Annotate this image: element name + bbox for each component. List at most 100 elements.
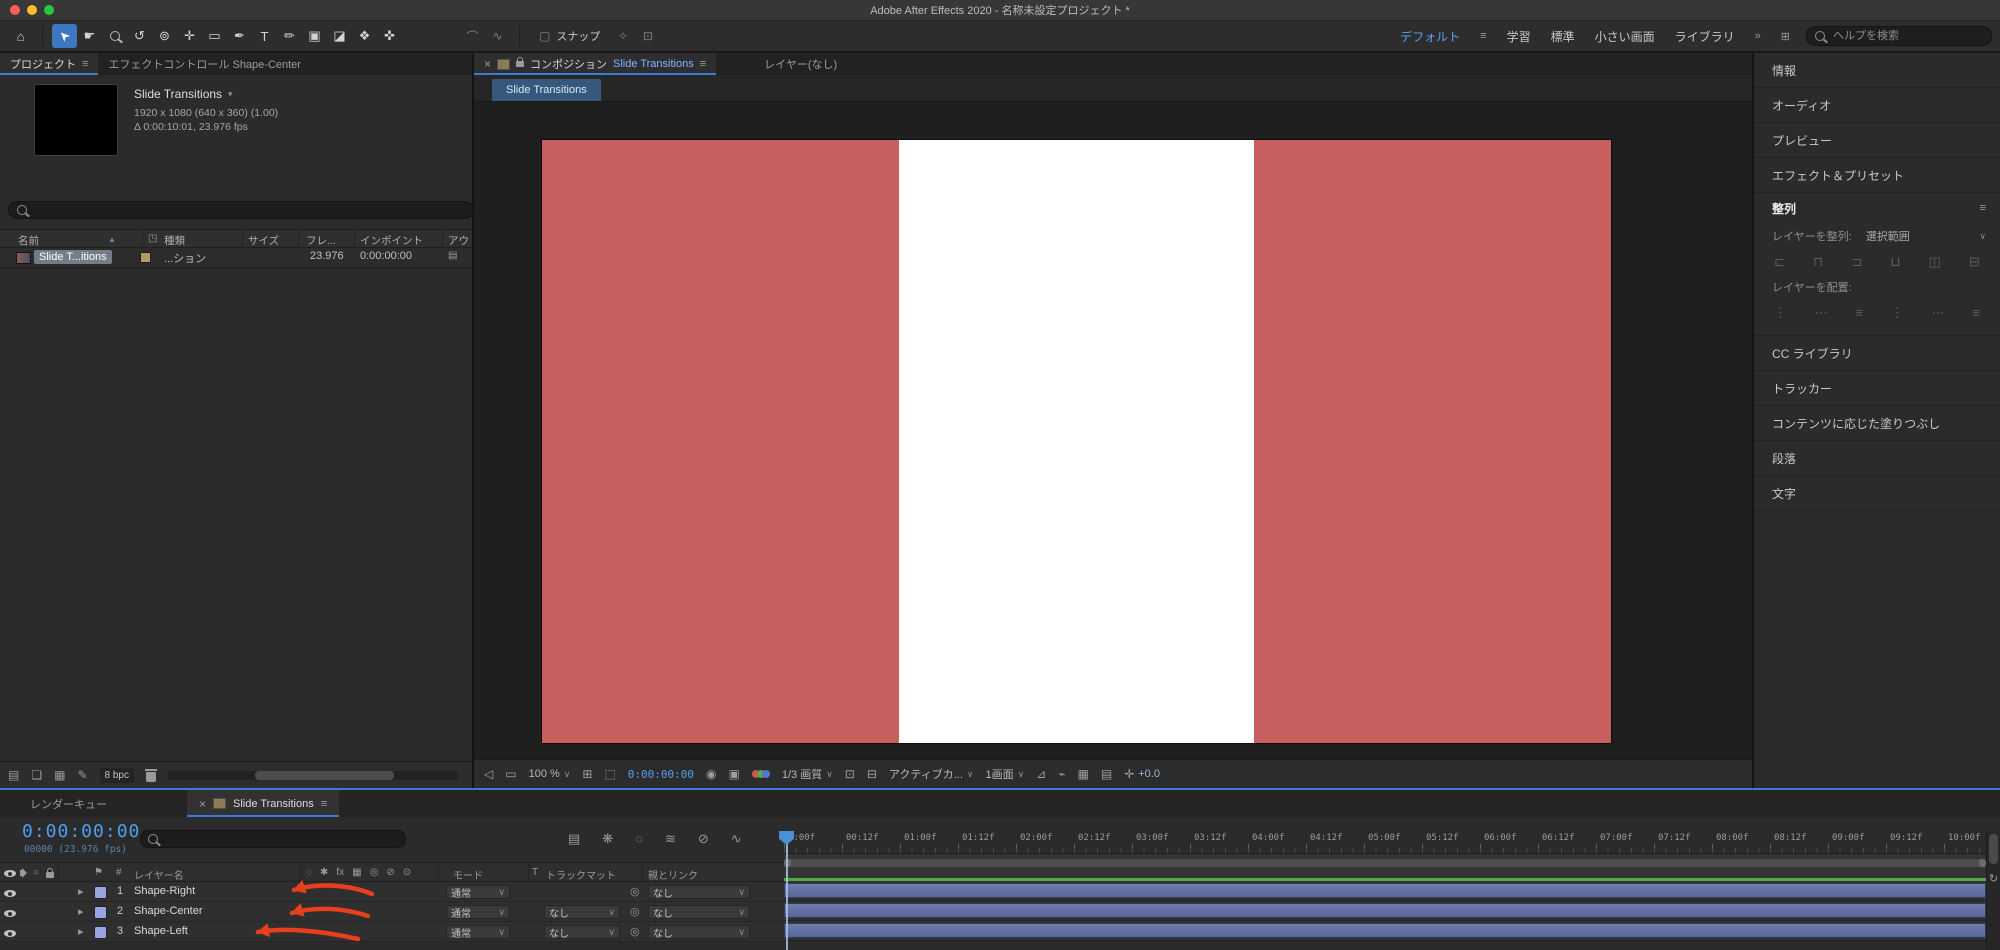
blend-mode-select[interactable]: 通常 ∨ xyxy=(446,885,510,900)
transparency-grid-icon[interactable]: ⊟ xyxy=(867,767,877,781)
lock-icon[interactable] xyxy=(516,57,525,67)
help-search-input[interactable] xyxy=(1831,29,1983,43)
tab-layer[interactable]: レイヤー(なし) xyxy=(754,53,847,75)
panel-menu-icon[interactable]: ≡ xyxy=(321,798,327,810)
time-ruler[interactable]: 0:00f 00:12f 01:00f 01:12f 02:00f 02:12f… xyxy=(784,831,1986,854)
project-settings-icon[interactable]: ✎ xyxy=(77,768,87,782)
distribute-h-center-icon[interactable]: ⋯ xyxy=(1932,305,1945,321)
new-composition-icon[interactable]: ▦ xyxy=(54,768,65,782)
composition-viewer[interactable] xyxy=(474,102,1752,760)
background-center[interactable] xyxy=(899,140,1254,743)
close-window-button[interactable] xyxy=(10,5,20,15)
timeline-button-icon[interactable]: ▦ xyxy=(1078,767,1089,781)
home-tool[interactable]: ⌂ xyxy=(8,24,33,48)
comp-marker-icon[interactable]: ↻ xyxy=(1989,872,1998,885)
workspace-default[interactable]: デフォルト xyxy=(1400,28,1460,45)
workspace-standard[interactable]: 標準 xyxy=(1551,28,1575,45)
rotobezier-option[interactable]: ∿ xyxy=(485,24,510,48)
layer-name[interactable]: Shape-Right xyxy=(134,885,195,897)
hide-shy-icon[interactable]: ◌ xyxy=(635,831,643,847)
column-framerate[interactable]: フレ... xyxy=(306,233,336,248)
mode-column-label[interactable]: モード xyxy=(453,867,483,882)
type-tool[interactable]: T xyxy=(252,24,277,48)
panel-menu-icon[interactable]: ≡ xyxy=(1980,202,1986,214)
camera-tool[interactable]: ⊚ xyxy=(152,24,177,48)
hand-tool[interactable]: ☛ xyxy=(77,24,102,48)
trackmatte-column-label[interactable]: トラックマット xyxy=(546,867,616,882)
view-layout-select[interactable]: 1画面 ∨ xyxy=(985,766,1024,782)
workspace-learn[interactable]: 学習 xyxy=(1507,28,1531,45)
playhead-line[interactable] xyxy=(786,831,788,950)
brush-tool[interactable]: ✏ xyxy=(277,24,302,48)
t-column-label[interactable]: T xyxy=(532,867,538,878)
panel-paragraph[interactable]: 段落 xyxy=(1754,441,2000,476)
viewer-timecode[interactable]: 0:00:00:00 xyxy=(628,768,694,781)
align-target-select[interactable]: 選択範囲 xyxy=(1866,228,1910,244)
primary-viewer-icon[interactable]: ▭ xyxy=(505,767,516,781)
layer-row-3[interactable]: ▸ 3 Shape-Left 通常 ∨ なし ∨ ◎ なし ∨ xyxy=(0,922,784,942)
workspace-menu-icon[interactable]: ≡ xyxy=(1480,30,1486,42)
pickwhip-icon[interactable]: ◎ xyxy=(630,925,640,938)
layer-name[interactable]: Shape-Center xyxy=(134,905,203,917)
pen-tool[interactable]: ✒ xyxy=(227,24,252,48)
layer-name-column-label[interactable]: レイヤー名 xyxy=(134,867,184,882)
magnification-select[interactable]: 100 % ∨ xyxy=(529,768,571,780)
trackmatte-select[interactable]: なし ∨ xyxy=(544,925,620,940)
work-area-bar[interactable] xyxy=(784,859,1986,867)
bit-depth-button[interactable]: 8 bpc xyxy=(99,767,134,783)
visibility-toggle[interactable] xyxy=(4,890,16,897)
solo-column-icon[interactable]: ○ xyxy=(33,867,39,878)
parent-select[interactable]: なし ∨ xyxy=(648,925,750,940)
parent-select[interactable]: なし ∨ xyxy=(648,885,750,900)
align-left-icon[interactable]: ⊏ xyxy=(1774,254,1785,270)
pixel-aspect-icon[interactable]: ⊿ xyxy=(1036,767,1046,781)
mini-flowchart-icon[interactable]: ▤ xyxy=(568,831,580,847)
composition-canvas[interactable] xyxy=(542,140,1611,743)
scrollbar-thumb[interactable] xyxy=(254,770,395,780)
column-size[interactable]: サイズ xyxy=(248,233,279,248)
expand-icon[interactable]: ▸ xyxy=(78,905,84,918)
lock-column-icon[interactable] xyxy=(46,868,54,878)
tab-timeline-comp[interactable]: × Slide Transitions ≡ xyxy=(187,790,340,817)
layer-bar-shape-right[interactable] xyxy=(784,883,1986,898)
shy-icon[interactable]: ◌ xyxy=(306,867,312,878)
frame-blend-col-icon[interactable]: ◎ xyxy=(370,867,379,878)
collapse-transforms-icon[interactable]: ✱ xyxy=(320,867,328,878)
delete-icon[interactable] xyxy=(144,768,157,782)
panel-tracker[interactable]: トラッカー xyxy=(1754,371,2000,406)
align-right-icon[interactable]: ⊐ xyxy=(1851,254,1862,270)
motion-blur-icon[interactable]: ⊘ xyxy=(698,831,709,847)
align-top-icon[interactable]: ⊔ xyxy=(1890,254,1900,270)
fast-previews-icon[interactable]: ⌁ xyxy=(1058,767,1065,781)
zoom-window-button[interactable] xyxy=(44,5,54,15)
parent-select[interactable]: なし ∨ xyxy=(648,905,750,920)
panel-menu-icon[interactable]: ≡ xyxy=(82,58,88,70)
show-snapshot-icon[interactable]: ▣ xyxy=(729,767,740,781)
new-folder-icon[interactable]: ❏ xyxy=(31,768,42,782)
clone-stamp-tool[interactable]: ▣ xyxy=(302,24,327,48)
layer-name[interactable]: Shape-Left xyxy=(134,925,188,937)
current-timecode[interactable]: 0:00:00:00 xyxy=(22,821,140,842)
mask-feather-option[interactable]: ⌒ xyxy=(460,24,485,48)
column-outpoint[interactable]: アウ xyxy=(448,233,469,248)
effects-icon[interactable]: fx xyxy=(336,867,344,878)
layer-bar-shape-center[interactable] xyxy=(784,903,1986,918)
blend-mode-select[interactable]: 通常 ∨ xyxy=(446,905,510,920)
roto-brush-tool[interactable]: ❖ xyxy=(352,24,377,48)
snapshot-icon[interactable]: ◉ xyxy=(706,767,716,781)
workspace-small-screen[interactable]: 小さい画面 xyxy=(1595,28,1655,45)
label-column-icon[interactable]: ◳ xyxy=(148,233,157,244)
zoom-tool[interactable] xyxy=(102,24,127,48)
align-bottom-icon[interactable]: ⊟ xyxy=(1969,254,1980,270)
video-column-icon[interactable] xyxy=(4,870,16,877)
layer-label-swatch[interactable] xyxy=(94,906,107,919)
distribute-right-icon[interactable]: ≡ xyxy=(1972,305,1980,320)
panel-content-aware-fill[interactable]: コンテンツに応じた塗りつぶし xyxy=(1754,406,2000,441)
distribute-left-icon[interactable]: ⋮ xyxy=(1891,305,1904,321)
rectangle-tool[interactable]: ▭ xyxy=(202,24,227,48)
workspace-libraries[interactable]: ライブラリ xyxy=(1675,28,1735,45)
layer-row-1[interactable]: ▸ 1 Shape-Right 通常 ∨ ◎ なし ∨ xyxy=(0,882,784,902)
close-icon[interactable]: × xyxy=(484,57,491,71)
layer-bar-shape-left[interactable] xyxy=(784,923,1986,938)
pickwhip-icon[interactable]: ◎ xyxy=(630,885,640,898)
